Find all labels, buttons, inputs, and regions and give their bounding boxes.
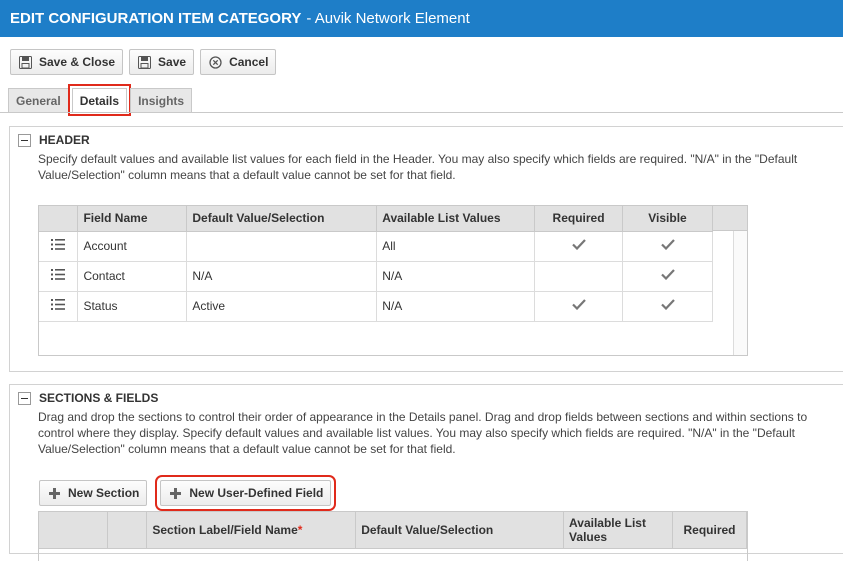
field-name-cell: Status: [77, 291, 188, 322]
cancel-label: Cancel: [229, 55, 269, 69]
sections-fields-panel: SECTIONS & FIELDS Drag and drop the sect…: [9, 384, 843, 561]
tab-general[interactable]: General: [8, 88, 69, 112]
field-name-cell: Contact: [77, 261, 188, 292]
tab-divider: [0, 112, 843, 113]
required-checkmark-icon[interactable]: [534, 231, 624, 262]
save-label: Save: [158, 55, 187, 69]
column-header-section-label: Section Label/Field Name*: [146, 512, 357, 549]
page-title-prefix: EDIT CONFIGURATION ITEM CATEGORY: [10, 10, 302, 27]
cancel-button[interactable]: Cancel: [200, 49, 277, 75]
table-header-filler: [713, 206, 747, 231]
new-user-defined-field-button[interactable]: New User-Defined Field: [155, 475, 337, 511]
drag-handle-icon[interactable]: [39, 261, 79, 292]
new-section-label: New Section: [68, 486, 140, 500]
tab-insights[interactable]: Insights: [130, 88, 193, 112]
sections-toolbar: New Section New User-Defined Field: [39, 475, 337, 511]
scrollbar[interactable]: [733, 231, 747, 355]
header-panel: HEADER Specify default values and availa…: [9, 126, 843, 372]
circle-x-icon: [208, 55, 222, 69]
plus-icon: [47, 486, 61, 500]
list-values-cell[interactable]: All: [376, 231, 536, 262]
drag-column-header: [39, 512, 109, 549]
list-values-cell: N/A: [376, 291, 536, 322]
field-name-cell: Account: [77, 231, 188, 262]
sections-panel-description: Drag and drop the sections to control th…: [38, 410, 808, 456]
column-header-visible: Visible: [622, 206, 713, 232]
column-header-field-name: Field Name: [77, 206, 188, 232]
column-header-list-values: Available List Values: [563, 512, 673, 549]
header-fields-table: Field Name Default Value/Selection Avail…: [38, 205, 748, 356]
floppy-icon: [18, 55, 32, 69]
required-cell[interactable]: [534, 261, 624, 292]
column-header-list-values: Available List Values: [376, 206, 536, 232]
tab-bar: General Details Insights: [8, 84, 195, 116]
default-value-cell[interactable]: Active: [186, 291, 378, 322]
default-value-cell[interactable]: [186, 231, 378, 262]
expand-column-header: [107, 512, 148, 549]
drag-column-header: [39, 206, 79, 232]
sections-panel-title: SECTIONS & FIELDS: [39, 391, 159, 405]
visible-checkmark-icon[interactable]: [622, 231, 713, 262]
tab-details[interactable]: Details: [67, 84, 132, 116]
page-title: EDIT CONFIGURATION ITEM CATEGORY - Auvik…: [0, 0, 843, 37]
list-values-cell: N/A: [376, 261, 536, 292]
save-close-button[interactable]: Save & Close: [10, 49, 124, 75]
toolbar: Save & Close Save Cancel: [10, 49, 277, 75]
default-value-cell: N/A: [186, 261, 378, 292]
save-close-label: Save & Close: [39, 55, 116, 69]
header-panel-title: HEADER: [39, 133, 90, 147]
drag-handle-icon[interactable]: [39, 231, 79, 262]
required-checkmark-icon[interactable]: [534, 291, 624, 322]
drag-handle-icon[interactable]: [39, 291, 79, 322]
required-asterisk: *: [297, 522, 303, 537]
plus-icon: [168, 486, 182, 500]
new-section-button[interactable]: New Section: [39, 480, 148, 506]
column-header-default-value: Default Value/Selection: [355, 512, 565, 549]
new-user-defined-field-label: New User-Defined Field: [189, 486, 324, 500]
column-header-required: Required: [672, 512, 748, 549]
visible-checkmark-icon[interactable]: [622, 291, 713, 322]
sections-fields-table: Section Label/Field Name* Default Value/…: [38, 511, 748, 561]
visible-checkmark-icon[interactable]: [622, 261, 713, 292]
table-row[interactable]: Account All: [39, 231, 713, 262]
collapse-icon[interactable]: [18, 391, 31, 405]
page-title-suffix: - Auvik Network Element: [306, 10, 470, 27]
collapse-icon[interactable]: [18, 133, 31, 147]
column-header-default-value: Default Value/Selection: [186, 206, 378, 232]
table-row[interactable]: Status Active N/A: [39, 291, 713, 322]
floppy-icon: [137, 55, 151, 69]
table-row[interactable]: Contact N/A N/A: [39, 261, 713, 292]
header-panel-description: Specify default values and available lis…: [38, 152, 798, 182]
column-header-required: Required: [534, 206, 624, 232]
save-button[interactable]: Save: [129, 49, 195, 75]
